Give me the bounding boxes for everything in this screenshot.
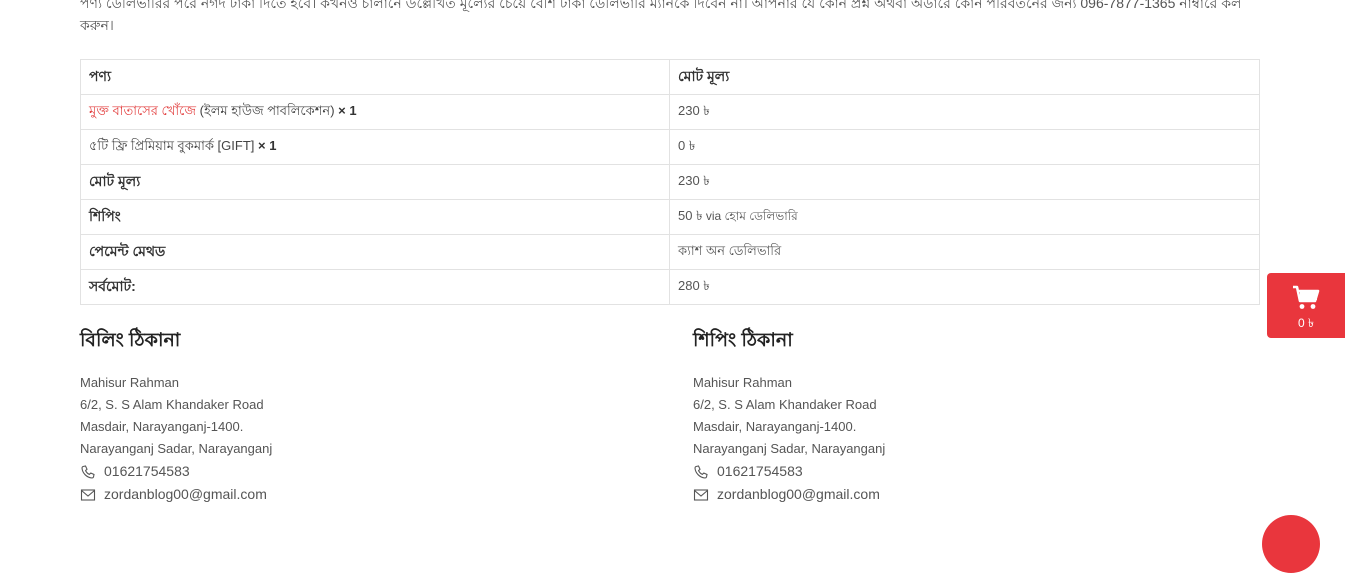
billing-address-line1: 6/2, S. S Alam Khandaker Road bbox=[80, 397, 264, 412]
product-cell: মুক্ত বাতাসের খোঁজে (ইলম হাউজ পাবলিকেশন)… bbox=[80, 94, 670, 130]
billing-name: Mahisur Rahman bbox=[80, 375, 179, 390]
total-label: সর্বমোট: bbox=[80, 269, 670, 305]
payment-row: পেমেন্ট মেথড ক্যাশ অন ডেলিভারি bbox=[80, 234, 1260, 270]
phone-icon bbox=[693, 464, 709, 480]
shipping-address-title: শিপিং ঠিকানা bbox=[693, 330, 793, 351]
billing-address-line3: Narayanganj Sadar, Narayanganj bbox=[80, 441, 273, 456]
shopping-cart-icon bbox=[1292, 285, 1320, 316]
total-row: সর্বমোট: 280 ৳ bbox=[80, 269, 1260, 305]
shipping-phone-row: 01621754583 bbox=[693, 460, 1113, 483]
shipping-label: শিপিং bbox=[80, 199, 670, 235]
floating-cart-button[interactable]: 0 ৳ bbox=[1267, 273, 1345, 338]
billing-phone-row: 01621754583 bbox=[80, 460, 500, 483]
cart-total: 0 ৳ bbox=[1298, 316, 1314, 330]
table-header-row: পণ্য মোট মূল্য bbox=[80, 59, 1260, 95]
billing-phone: 01621754583 bbox=[104, 463, 190, 479]
shipping-row: শিপিং 50 ৳ via হোম ডেলিভারি bbox=[80, 199, 1260, 235]
table-row: মুক্ত বাতাসের খোঁজে (ইলম হাউজ পাবলিকেশন)… bbox=[80, 94, 1260, 130]
payment-notice: পণ্য ডেলিভারির পরে নগদ টাকা দিতে হবে। কখ… bbox=[80, 0, 1242, 33]
phone-icon bbox=[80, 464, 96, 480]
shipping-address-section: শিপিং ঠিকানা Mahisur Rahman 6/2, S. S Al… bbox=[693, 328, 1113, 506]
order-details-table: পণ্য মোট মূল্য মুক্ত বাতাসের খোঁজে (ইলম … bbox=[80, 59, 1260, 305]
header-total: মোট মূল্য bbox=[669, 59, 1260, 95]
email-icon bbox=[80, 487, 96, 503]
shipping-method: via হোম ডেলিভারি bbox=[702, 208, 798, 223]
billing-address-line2: Masdair, Narayanganj-1400. bbox=[80, 419, 244, 434]
shipping-email: zordanblog00@gmail.com bbox=[717, 486, 880, 502]
billing-address-title: বিলিং ঠিকানা bbox=[80, 330, 181, 351]
shipping-name: Mahisur Rahman bbox=[693, 375, 792, 390]
header-product: পণ্য bbox=[80, 59, 670, 95]
shipping-address-line2: Masdair, Narayanganj-1400. bbox=[693, 419, 857, 434]
payment-label: পেমেন্ট মেথড bbox=[80, 234, 670, 270]
chat-button[interactable] bbox=[1262, 515, 1320, 573]
subtotal-value: 230 ৳ bbox=[669, 164, 1260, 200]
product-price: 230 ৳ bbox=[669, 94, 1260, 130]
shipping-address-line1: 6/2, S. S Alam Khandaker Road bbox=[693, 397, 877, 412]
subtotal-label: মোট মূল্য bbox=[80, 164, 670, 200]
product-publisher: (ইলম হাউজ পাবলিকেশন) bbox=[196, 102, 335, 118]
gift-product-name: ৫টি ফ্রি প্রিমিয়াম বুকমার্ক [GIFT] bbox=[89, 137, 255, 153]
product-link[interactable]: মুক্ত বাতাসের খোঁজে bbox=[89, 103, 196, 118]
payment-value: ক্যাশ অন ডেলিভারি bbox=[669, 234, 1260, 270]
shipping-cell: 50 ৳ via হোম ডেলিভারি bbox=[669, 199, 1260, 235]
product-quantity: × 1 bbox=[254, 137, 277, 153]
shipping-phone: 01621754583 bbox=[717, 463, 803, 479]
total-value: 280 ৳ bbox=[669, 269, 1260, 305]
shipping-address-line3: Narayanganj Sadar, Narayanganj bbox=[693, 441, 886, 456]
subtotal-row: মোট মূল্য 230 ৳ bbox=[80, 164, 1260, 200]
product-quantity: × 1 bbox=[334, 102, 357, 118]
billing-email-row: zordanblog00@gmail.com bbox=[80, 483, 500, 506]
email-icon bbox=[693, 487, 709, 503]
shipping-value: 50 ৳ bbox=[678, 207, 703, 223]
product-cell: ৫টি ফ্রি প্রিমিয়াম বুকমার্ক [GIFT] × 1 bbox=[80, 129, 670, 165]
product-price: 0 ৳ bbox=[669, 129, 1260, 165]
billing-address-section: বিলিং ঠিকানা Mahisur Rahman 6/2, S. S Al… bbox=[80, 328, 500, 506]
shipping-email-row: zordanblog00@gmail.com bbox=[693, 483, 1113, 506]
table-row: ৫টি ফ্রি প্রিমিয়াম বুকমার্ক [GIFT] × 1 … bbox=[80, 129, 1260, 165]
billing-email: zordanblog00@gmail.com bbox=[104, 486, 267, 502]
